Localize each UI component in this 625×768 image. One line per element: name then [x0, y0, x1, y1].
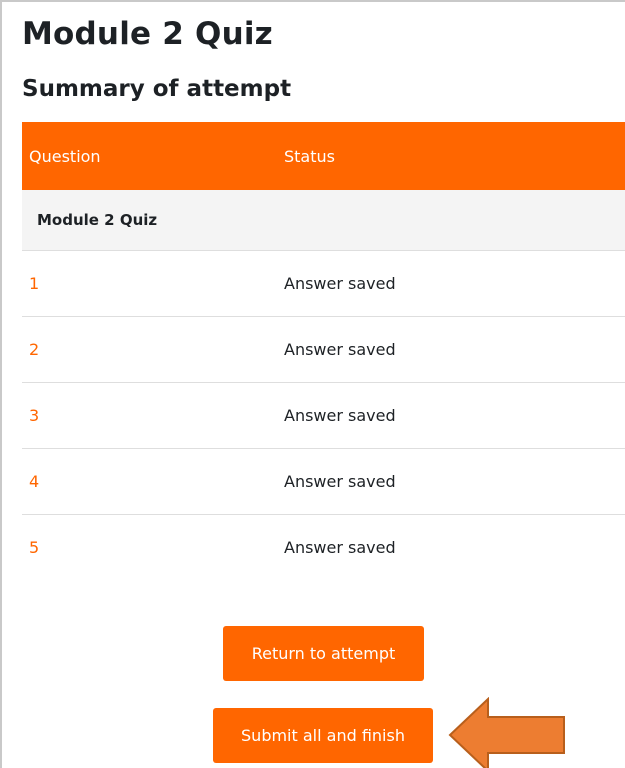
question-status: Answer saved — [284, 538, 396, 557]
left-arrow-icon — [448, 697, 565, 768]
quiz-summary-page: Module 2 Quiz Summary of attempt Questio… — [0, 0, 625, 768]
submit-all-and-finish-button[interactable]: Submit all and finish — [213, 708, 433, 763]
table-header-row: Question Status — [22, 122, 625, 190]
question-number-link[interactable]: 3 — [22, 382, 284, 449]
table-row: 2 Answer saved — [22, 316, 625, 383]
section-title: Summary of attempt — [22, 76, 292, 102]
status-column-header: Status — [284, 122, 625, 190]
attempt-summary-table: Question Status Module 2 Quiz 1 Answer s… — [22, 122, 625, 580]
question-status: Answer saved — [284, 448, 625, 515]
table-row: 3 Answer saved — [22, 382, 625, 449]
table-row: 5 Answer saved — [22, 515, 625, 581]
section-group-row: Module 2 Quiz — [22, 190, 625, 251]
question-column-header: Question — [22, 122, 284, 190]
table-row: 4 Answer saved — [22, 448, 625, 515]
question-number-link[interactable]: 2 — [22, 316, 284, 383]
page-title: Module 2 Quiz — [22, 16, 273, 52]
question-number-link[interactable]: 5 — [22, 515, 284, 581]
question-status: Answer saved — [284, 316, 625, 383]
question-number-link[interactable]: 4 — [22, 448, 284, 515]
question-status: Answer saved — [284, 250, 625, 317]
question-number-link[interactable]: 1 — [22, 250, 284, 317]
section-group-label: Module 2 Quiz — [22, 190, 625, 251]
question-status: Answer saved — [284, 382, 625, 449]
table-row: 1 Answer saved — [22, 250, 625, 317]
return-to-attempt-button[interactable]: Return to attempt — [223, 626, 424, 681]
